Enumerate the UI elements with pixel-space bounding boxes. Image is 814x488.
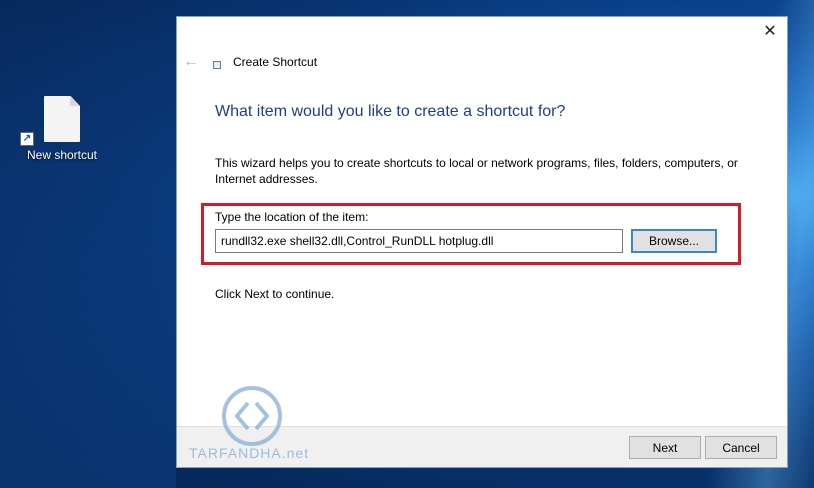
- watermark-logo-icon: [222, 386, 282, 446]
- location-label: Type the location of the item:: [215, 210, 369, 224]
- next-hint: Click Next to continue.: [215, 287, 335, 301]
- wizard-description: This wizard helps you to create shortcut…: [215, 156, 738, 186]
- shortcut-arrow-icon: ↗: [20, 132, 34, 146]
- watermark-text: TARFANDHA.net: [189, 445, 310, 461]
- file-icon: [44, 96, 80, 142]
- next-button[interactable]: Next: [629, 436, 701, 459]
- desktop-icon-label: New shortcut: [26, 148, 98, 162]
- desktop-shade: [0, 0, 176, 488]
- create-shortcut-dialog: ✕ ← Create Shortcut What item would you …: [176, 16, 788, 468]
- cancel-button[interactable]: Cancel: [705, 436, 777, 459]
- location-input[interactable]: [215, 229, 623, 253]
- dialog-title: Create Shortcut: [233, 55, 318, 69]
- shortcut-title-icon: [213, 61, 221, 69]
- browse-button[interactable]: Browse...: [631, 229, 717, 253]
- close-icon[interactable]: ✕: [761, 23, 779, 41]
- wizard-heading: What item would you like to create a sho…: [215, 103, 566, 120]
- back-arrow-icon[interactable]: ←: [183, 53, 199, 71]
- desktop-icon-new-shortcut[interactable]: New shortcut: [18, 96, 106, 162]
